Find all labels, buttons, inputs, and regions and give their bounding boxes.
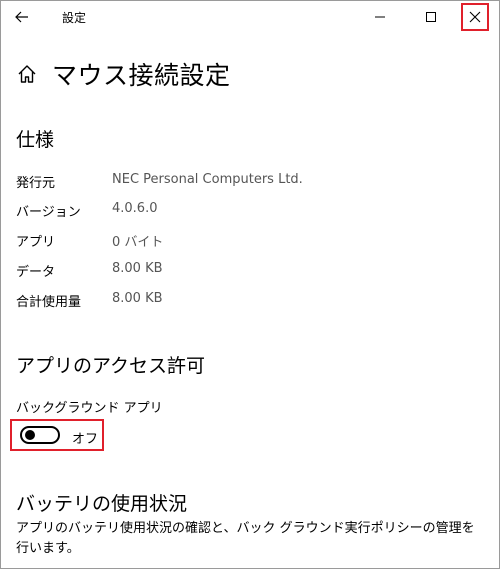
prop-row-version: バージョン 4.0.6.0 — [16, 201, 157, 220]
prop-row-app: アプリ 0 バイト — [16, 231, 163, 250]
app-title: 設定 — [62, 11, 87, 25]
page-header: マウス接続設定 — [16, 56, 231, 92]
prop-row-total: 合計使用量 8.00 KB — [16, 291, 163, 310]
page-title: マウス接続設定 — [52, 61, 231, 90]
prop-value: NEC Personal Computers Ltd. — [112, 172, 303, 187]
maximize-icon — [426, 12, 436, 22]
close-icon — [469, 11, 481, 23]
prop-value: 8.00 KB — [112, 291, 163, 306]
battery-heading: バッテリの使用状況 — [16, 493, 188, 515]
prop-label: バージョン — [16, 205, 81, 220]
prop-label: アプリ — [16, 235, 56, 250]
maximize-button[interactable] — [416, 4, 446, 30]
back-button[interactable] — [10, 6, 34, 28]
battery-description: アプリのバッテリ使用状況の確認と、バック グラウンド実行ポリシーの管理を行います… — [16, 521, 475, 556]
background-app-label: バックグラウンド アプリ — [16, 401, 163, 416]
spec-heading: 仕様 — [16, 129, 55, 151]
title-bar: 設定 — [0, 0, 500, 34]
minimize-icon — [375, 16, 385, 18]
prop-row-publisher: 発行元 NEC Personal Computers Ltd. — [16, 172, 303, 191]
prop-row-data: データ 8.00 KB — [16, 261, 163, 280]
prop-label: データ — [16, 265, 56, 280]
prop-value: 8.00 KB — [112, 261, 163, 276]
background-app-toggle-highlight: オフ — [10, 419, 104, 451]
back-arrow-icon — [15, 11, 28, 23]
prop-value: 4.0.6.0 — [112, 201, 158, 216]
minimize-button[interactable] — [365, 4, 395, 30]
home-icon — [18, 65, 36, 83]
prop-value: 0 バイト — [112, 235, 164, 250]
toggle-knob — [25, 430, 35, 440]
prop-label: 発行元 — [16, 176, 56, 191]
access-heading: アプリのアクセス許可 — [16, 355, 206, 377]
prop-label: 合計使用量 — [16, 295, 82, 310]
background-app-toggle[interactable] — [20, 426, 60, 444]
toggle-state-label: オフ — [72, 432, 99, 447]
close-button[interactable] — [461, 3, 489, 31]
